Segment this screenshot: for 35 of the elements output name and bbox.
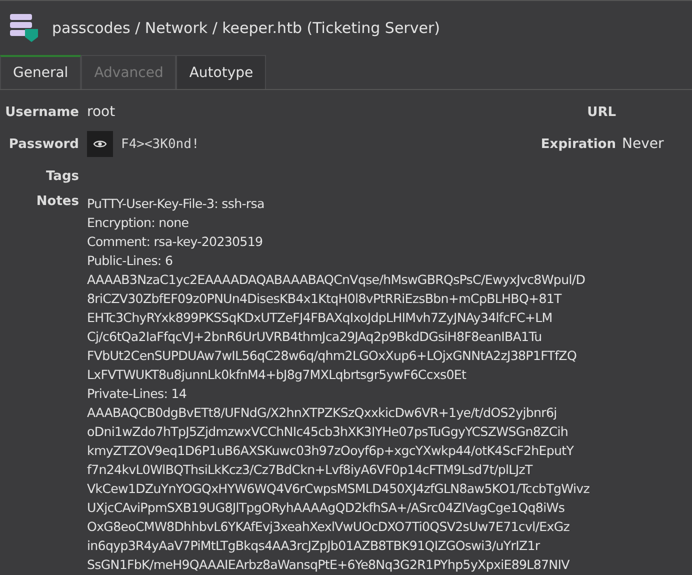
breadcrumb-title: passcodes / Network / keeper.htb (Ticketing Server) <box>52 19 440 37</box>
field-label: Username <box>5 104 79 120</box>
notes-line: UXjcCAviPpmSXB19UG8JlTpgORyhAAAAgQD2kfhSA+/ASrc04ZIVagCge1Qq8iWs <box>87 499 566 517</box>
field-label: Expiration <box>540 136 616 152</box>
notes-line: AAAAB3NzaC1yc2EAAAADAQABAAABAQCnVqse/hMswGBRQsPsC/EwyxJvc8Wpul/D <box>87 271 586 289</box>
notes-line: in6qyp3R4yAaV7PiMtLTgBkqs4AA3rcJZpJb01AZB8TBK91QIZGOswi3/uYrIZ1r <box>87 537 541 555</box>
notes-line: PuTTY-User-Key-File-3: ssh-rsa <box>87 195 266 213</box>
notes-line: f7n24kvL0WlBQThsiLkKcz3/Cz7BdCkn+Lvf8iyA6VF0p14cFTM9Lsd7t/plLJzT <box>87 461 534 479</box>
notes-line: SsGN1FbK/meH9QAAAIEArbz8aWansqPtE+6Ye8Nq3G2R1PYhp5yXpxiE89L87NIV <box>87 556 570 574</box>
notes-line: Private-Lines: 14 <box>87 385 188 403</box>
eye-icon <box>93 139 107 149</box>
notes-line: kmyZTZOV9eq1D6P1uB6AXSKuwc03h97zOoyf6p+xgcYXwkp44/otK4ScF2hEputY <box>87 442 575 460</box>
field-label: Tags <box>46 168 79 184</box>
field-label: Password <box>8 136 79 152</box>
show-password-button[interactable] <box>87 131 113 157</box>
field-label: URL <box>587 104 616 120</box>
field-label: Notes <box>36 194 79 209</box>
notes-line: EHTc3ChyRYxk899PKSSqKDxUTZeFJ4FBAXqIxoJdpLHIMvh7ZyJNAy34lfcFC+LM <box>87 309 554 327</box>
notes-line: Cj/c6tQa2IaFfqcVJ+2bnR6UrUVRB4thmJca29JAq2p9BkdDGsiH8F8eanIBA1Tu <box>87 328 543 346</box>
password-value: F4><3K0nd! <box>121 136 200 152</box>
username-value: root <box>87 104 116 120</box>
notes-line: 8riCZV30ZbfEF09z0PNUn4DisesKB4x1KtqH0l8vPtRRiEzsBbn+mCpBLHBQ+81T <box>87 290 563 308</box>
tab[interactable]: General <box>0 55 82 89</box>
notes-line: AAABAQCB0dgBvETt8/UFNdG/X2hnXTPZKSzQxxkicDw6VR+1ye/t/dOS2yjbnr6j <box>87 404 558 422</box>
expiration-value: Never <box>622 136 664 152</box>
database-shield-icon <box>8 12 40 44</box>
notes-line: FVbUt2CenSUPDUAw7wIL56qC28w6q/qhm2LGOxXup6+LOjxGNNtA2zJ38P1FTfZQ <box>87 347 578 365</box>
notes-line: OxG8eoCMW8DhhbvL6YKAfEvj3xeahXexlVwUOcDXO7Ti0QSV2sUw7E71cvl/ExGz <box>87 518 570 536</box>
notes-line: Encryption: none <box>87 214 190 232</box>
notes-line: oDni1wZdo7hTpJ5ZjdmzwxVCChNIc45cb3hXK3IYHe07psTuGgyYCSZWSGn8ZCih <box>87 423 570 441</box>
notes-line: VkCew1DZuYnYOGQxHYW6WQ4V6rCwpsMSMLD450XJ4zfGLN8aw5KO1/TccbTgWivz <box>87 480 590 498</box>
notes-line: Public-Lines: 6 <box>87 252 174 270</box>
notes-line: Comment: rsa-key-20230519 <box>87 233 264 251</box>
notes-line: LxFVTWUKT8u8junnLk0kfnM4+bJ8g7MXLqbrtsgr5ywF6Ccxs0Et <box>87 366 468 384</box>
tab[interactable]: Autotype <box>176 55 266 89</box>
